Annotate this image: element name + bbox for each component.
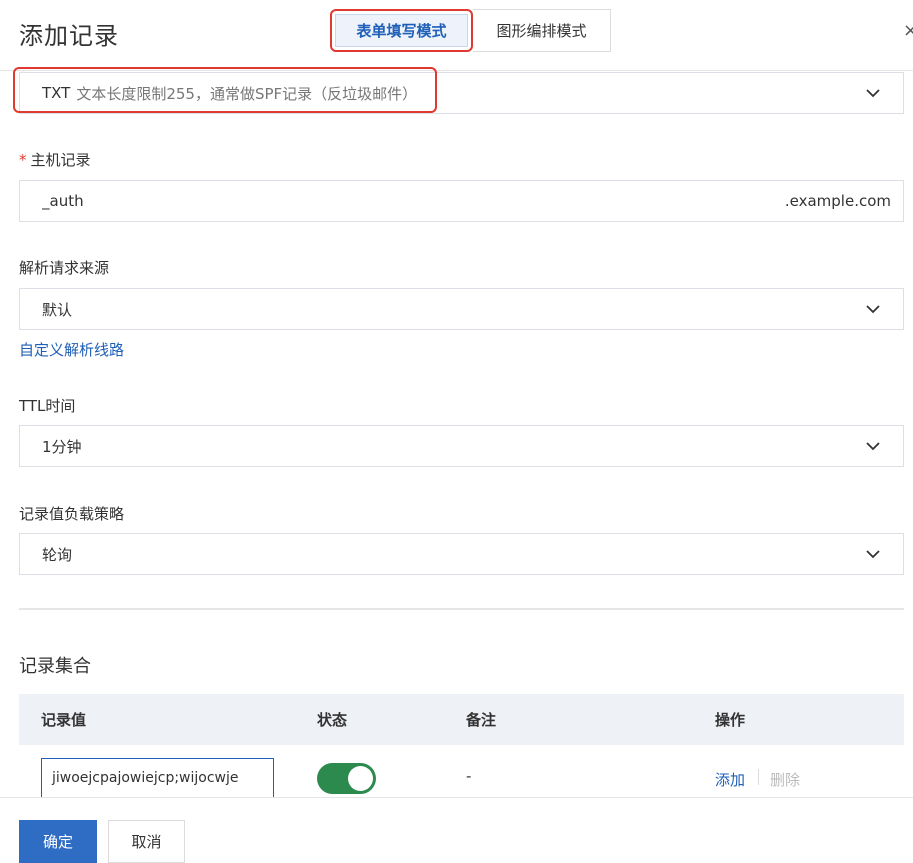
chevron-down-icon <box>865 301 881 317</box>
header-divider <box>0 70 913 71</box>
delete-record-link: 删除 <box>770 771 801 789</box>
host-suffix: .example.com <box>784 192 891 210</box>
host-input[interactable] <box>42 192 642 210</box>
custom-line-link[interactable]: 自定义解析线路 <box>19 339 124 360</box>
status-toggle[interactable] <box>317 763 376 794</box>
records-title: 记录集合 <box>19 656 91 677</box>
col-value: 记录值 <box>41 711 87 729</box>
cancel-button[interactable]: 取消 <box>108 820 185 863</box>
add-record-link[interactable]: 添加 <box>715 769 745 790</box>
strategy-value: 轮询 <box>42 545 73 564</box>
tab-form-mode[interactable]: 表单填写模式 <box>330 9 473 52</box>
chevron-down-icon <box>865 85 881 101</box>
tab-graph-mode[interactable]: 图形编排模式 <box>473 9 611 52</box>
col-actions: 操作 <box>715 711 746 729</box>
host-field: .example.com <box>19 180 904 222</box>
chevron-down-icon <box>865 438 881 454</box>
section-divider <box>19 608 904 610</box>
col-status: 状态 <box>317 711 348 729</box>
close-icon[interactable]: × <box>903 20 913 41</box>
ttl-label: TTL时间 <box>19 397 76 415</box>
host-label: * 主机记录 <box>19 149 91 170</box>
col-note: 备注 <box>466 711 497 729</box>
record-type-select[interactable]: TXT 文本长度限制255，通常做SPF记录（反垃圾邮件） <box>19 72 904 114</box>
source-select[interactable]: 默认 <box>19 288 904 330</box>
host-label-text: 主机记录 <box>30 151 91 169</box>
strategy-select[interactable]: 轮询 <box>19 533 904 575</box>
record-note: - <box>466 767 472 785</box>
records-table-header: 记录值 状态 备注 操作 <box>19 694 904 745</box>
tab-form-mode-label: 表单填写模式 <box>335 14 468 47</box>
chevron-down-icon <box>865 546 881 562</box>
action-separator <box>758 769 759 785</box>
record-type-code: TXT <box>42 84 71 102</box>
confirm-button[interactable]: 确定 <box>19 820 97 863</box>
source-value: 默认 <box>42 300 73 319</box>
strategy-label: 记录值负载策略 <box>19 505 125 523</box>
dialog-title: 添加记录 <box>19 22 119 50</box>
record-value-input[interactable]: jiwoejcpajowiejcp;wijocwje <box>41 758 274 797</box>
record-type-description: 文本长度限制255，通常做SPF记录（反垃圾邮件） <box>76 84 418 103</box>
toggle-knob <box>348 766 373 791</box>
ttl-select[interactable]: 1分钟 <box>19 425 904 467</box>
ttl-value: 1分钟 <box>42 437 82 456</box>
dialog-footer: 确定 取消 <box>0 797 913 863</box>
table-row: jiwoejcpajowiejcp;wijocwje - 添加 删除 <box>19 745 904 797</box>
mode-tabs: 表单填写模式 图形编排模式 <box>330 9 611 52</box>
source-label: 解析请求来源 <box>19 259 110 277</box>
required-mark: * <box>19 151 27 169</box>
